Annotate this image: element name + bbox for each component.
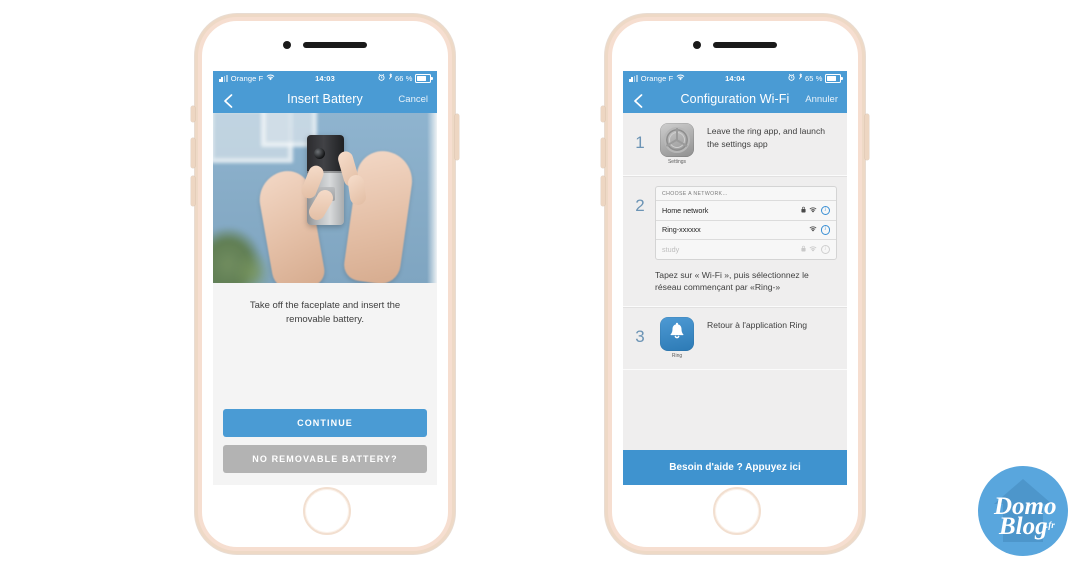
alarm-icon [378, 73, 385, 83]
instruction-caption: Take off the faceplate and insert the re… [249, 300, 401, 325]
settings-icon-label: Settings [667, 159, 687, 165]
wifi-network-list: CHOOSE A NETWORK… Home network i Ring-xx… [655, 186, 837, 260]
silent-switch[interactable] [191, 106, 195, 122]
wifi-row-study[interactable]: study i [656, 240, 836, 259]
wifi-row-home-network[interactable]: Home network i [656, 201, 836, 221]
wifi-name: study [662, 244, 680, 254]
screen-left: Orange F 14:03 66 % Insert Battery Cance… [213, 71, 437, 485]
power-button[interactable] [865, 114, 869, 160]
nav-bar: Configuration Wi-Fi Annuler [623, 85, 847, 113]
front-camera-icon [693, 41, 701, 49]
battery-icon [825, 73, 843, 83]
sensor-row [612, 35, 858, 57]
nav-bar: Insert Battery Cancel [213, 85, 437, 113]
status-bar-right: 65 % [788, 73, 843, 83]
chevron-left-icon[interactable] [222, 93, 234, 108]
alarm-icon [788, 73, 795, 83]
battery-percent-label: 65 % [805, 73, 823, 83]
ring-icon-label: Ring [671, 353, 683, 360]
chevron-left-icon[interactable] [632, 93, 644, 108]
battery-icon [415, 73, 433, 83]
volume-down-button[interactable] [601, 176, 605, 206]
phone-face: Orange F 14:04 65 % Configuration Wi-Fi … [612, 21, 858, 547]
wifi-panel-wrap: CHOOSE A NETWORK… Home network i Ring-xx… [655, 186, 837, 294]
domoblog-logo: Domo Blog .fr [974, 462, 1072, 560]
home-button[interactable] [713, 487, 761, 535]
step-1: 1 Settings Leave the ring app, and launc… [623, 113, 847, 176]
info-icon[interactable]: i [820, 244, 830, 254]
lock-icon [800, 206, 806, 215]
button-group: CONTINUE NO REMOVABLE BATTERY? [213, 409, 437, 485]
spacer [623, 370, 847, 450]
status-bar-right: 66 % [378, 73, 433, 83]
step-number: 2 [635, 196, 645, 215]
front-camera-icon [283, 41, 291, 49]
bell-glyph [668, 322, 686, 346]
instruction-photo [213, 113, 437, 283]
status-bar: Orange F 14:03 66 % [213, 71, 437, 85]
wifi-row-ring[interactable]: Ring-xxxxxx i [656, 221, 836, 240]
sensor-row [202, 35, 448, 57]
help-button[interactable]: Besoin d'aide ? Appuyez ici [623, 450, 847, 485]
step-3: 3 Ring Retour à l'application Ring [623, 307, 847, 371]
step-2-text: Tapez sur « Wi-Fi », puis sélectionnez l… [655, 269, 809, 293]
screen-right: Orange F 14:04 65 % Configuration Wi-Fi … [623, 71, 847, 485]
screen-body-left: Take off the faceplate and insert the re… [213, 113, 437, 485]
wifi-list-header: CHOOSE A NETWORK… [656, 187, 836, 201]
phone-left: Orange F 14:03 66 % Insert Battery Cance… [191, 14, 459, 554]
settings-gear-icon [660, 123, 694, 157]
status-bar: Orange F 14:04 65 % [623, 71, 847, 85]
silent-switch[interactable] [601, 106, 605, 122]
earpiece-speaker [303, 42, 367, 48]
photo-edge-fade [427, 113, 437, 283]
wifi-icon [809, 206, 817, 215]
step-2: 2 CHOOSE A NETWORK… Home network i Ring-… [623, 176, 847, 308]
step-number: 3 [635, 327, 645, 347]
phone-face: Orange F 14:03 66 % Insert Battery Cance… [202, 21, 448, 547]
settings-app-icon-wrap: Settings [655, 123, 699, 165]
wifi-icon [809, 245, 817, 254]
logo-suffix: .fr [1046, 520, 1055, 530]
wifi-row-icons: i [800, 205, 830, 215]
plant-blur-2 [233, 251, 273, 283]
info-icon[interactable]: i [820, 205, 830, 215]
volume-up-button[interactable] [191, 138, 195, 168]
annuler-button[interactable]: Annuler [805, 94, 838, 105]
wifi-name: Ring-xxxxxx [662, 225, 701, 235]
bluetooth-icon [388, 73, 393, 83]
battery-percent-label: 66 % [395, 73, 413, 83]
no-removable-battery-button[interactable]: NO REMOVABLE BATTERY? [223, 445, 427, 473]
ring-app-icon-wrap: Ring [655, 317, 699, 359]
screen-body-right: 1 Settings Leave the ring app, and launc… [623, 113, 847, 485]
step-number: 1 [635, 133, 645, 152]
home-button[interactable] [303, 487, 351, 535]
wifi-icon [809, 225, 817, 234]
wifi-row-icons: i [800, 244, 830, 254]
volume-up-button[interactable] [601, 138, 605, 168]
ring-bell-icon [660, 317, 694, 352]
step-3-text: Retour à l'application Ring [707, 320, 808, 331]
phone-right: Orange F 14:04 65 % Configuration Wi-Fi … [601, 14, 869, 554]
cancel-button[interactable]: Cancel [398, 94, 428, 105]
continue-button[interactable]: CONTINUE [223, 409, 427, 437]
wifi-name: Home network [662, 205, 709, 215]
bluetooth-icon [798, 73, 803, 83]
wifi-row-icons: i [809, 225, 830, 235]
lock-icon [800, 245, 806, 254]
earpiece-speaker [713, 42, 777, 48]
power-button[interactable] [455, 114, 459, 160]
step-1-text: Leave the ring app, and launch the setti… [707, 126, 826, 149]
doorbell-camera-lens [314, 148, 325, 159]
logo-line-2: Blog [998, 513, 1048, 540]
info-icon[interactable]: i [820, 225, 830, 235]
volume-down-button[interactable] [191, 176, 195, 206]
